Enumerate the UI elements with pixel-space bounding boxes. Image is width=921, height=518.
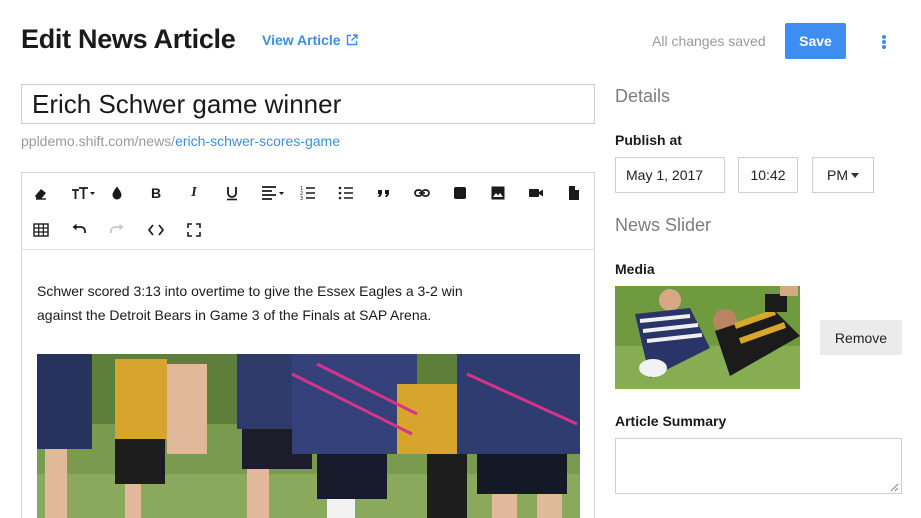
- publish-date-value: May 1, 2017: [626, 167, 704, 183]
- table-icon[interactable]: [30, 219, 52, 241]
- chevron-down-icon: [851, 172, 859, 178]
- link-icon[interactable]: [411, 182, 433, 204]
- align-icon[interactable]: [258, 182, 288, 204]
- ampm-select[interactable]: PM: [812, 157, 874, 193]
- underline-icon[interactable]: [221, 182, 243, 204]
- page-title: Edit News Article: [21, 24, 236, 54]
- rugby-tackle-photo: [615, 286, 800, 389]
- remove-media-button[interactable]: Remove: [820, 320, 902, 355]
- details-heading: Details: [615, 86, 671, 106]
- media-thumbnail[interactable]: [615, 286, 800, 389]
- fullscreen-icon[interactable]: [183, 219, 205, 241]
- undo-icon[interactable]: [68, 219, 90, 241]
- more-options-icon[interactable]: [876, 32, 892, 52]
- publish-date-input[interactable]: May 1, 2017: [615, 157, 725, 193]
- ordered-list-icon[interactable]: 123: [297, 182, 319, 204]
- quote-icon[interactable]: [373, 182, 395, 204]
- resize-handle-icon[interactable]: [890, 483, 899, 492]
- article-body-image[interactable]: [37, 354, 580, 518]
- embed-icon[interactable]: [449, 182, 471, 204]
- bullet-list-icon[interactable]: [335, 182, 357, 204]
- media-label: Media: [615, 261, 655, 277]
- video-icon[interactable]: [525, 182, 547, 204]
- rich-text-editor[interactable]: B I 123 Schwer scored 3:13 into overtime…: [21, 172, 595, 518]
- body-paragraph-line-1: Schwer scored 3:13 into overtime to give…: [37, 283, 463, 299]
- view-article-label: View Article: [262, 32, 341, 48]
- eraser-icon[interactable]: [30, 182, 52, 204]
- save-button[interactable]: Save: [785, 23, 846, 59]
- color-icon[interactable]: [106, 182, 128, 204]
- article-url[interactable]: ppldemo.shift.com/news/erich-schwer-scor…: [21, 133, 343, 149]
- svg-text:3: 3: [300, 196, 303, 201]
- bold-icon[interactable]: B: [145, 182, 167, 204]
- file-icon[interactable]: [563, 182, 585, 204]
- news-slider-heading: News Slider: [615, 215, 712, 235]
- body-paragraph-line-2: against the Detroit Bears in Game 3 of t…: [37, 307, 432, 323]
- save-status: All changes saved: [652, 33, 766, 49]
- italic-icon[interactable]: I: [183, 182, 205, 204]
- image-icon[interactable]: [487, 182, 509, 204]
- external-link-icon: [346, 34, 358, 46]
- publish-time-input[interactable]: 10:42: [738, 157, 798, 193]
- url-base: ppldemo.shift.com/news/: [21, 133, 176, 149]
- text-size-icon[interactable]: [68, 182, 98, 204]
- publish-at-label: Publish at: [615, 132, 682, 148]
- ampm-value: PM: [827, 167, 848, 183]
- rugby-scrum-photo: [37, 354, 580, 518]
- editor-content[interactable]: Schwer scored 3:13 into overtime to give…: [37, 279, 582, 327]
- article-summary-input[interactable]: [615, 438, 902, 494]
- editor-toolbar: B I 123: [22, 173, 594, 250]
- redo-icon: [106, 219, 128, 241]
- publish-time-value: 10:42: [750, 167, 786, 183]
- view-article-link[interactable]: View Article: [262, 32, 358, 48]
- url-slug[interactable]: erich-schwer-scores-game: [175, 133, 340, 149]
- code-icon[interactable]: [145, 219, 167, 241]
- article-title-input[interactable]: [21, 84, 595, 124]
- article-summary-label: Article Summary: [615, 413, 727, 429]
